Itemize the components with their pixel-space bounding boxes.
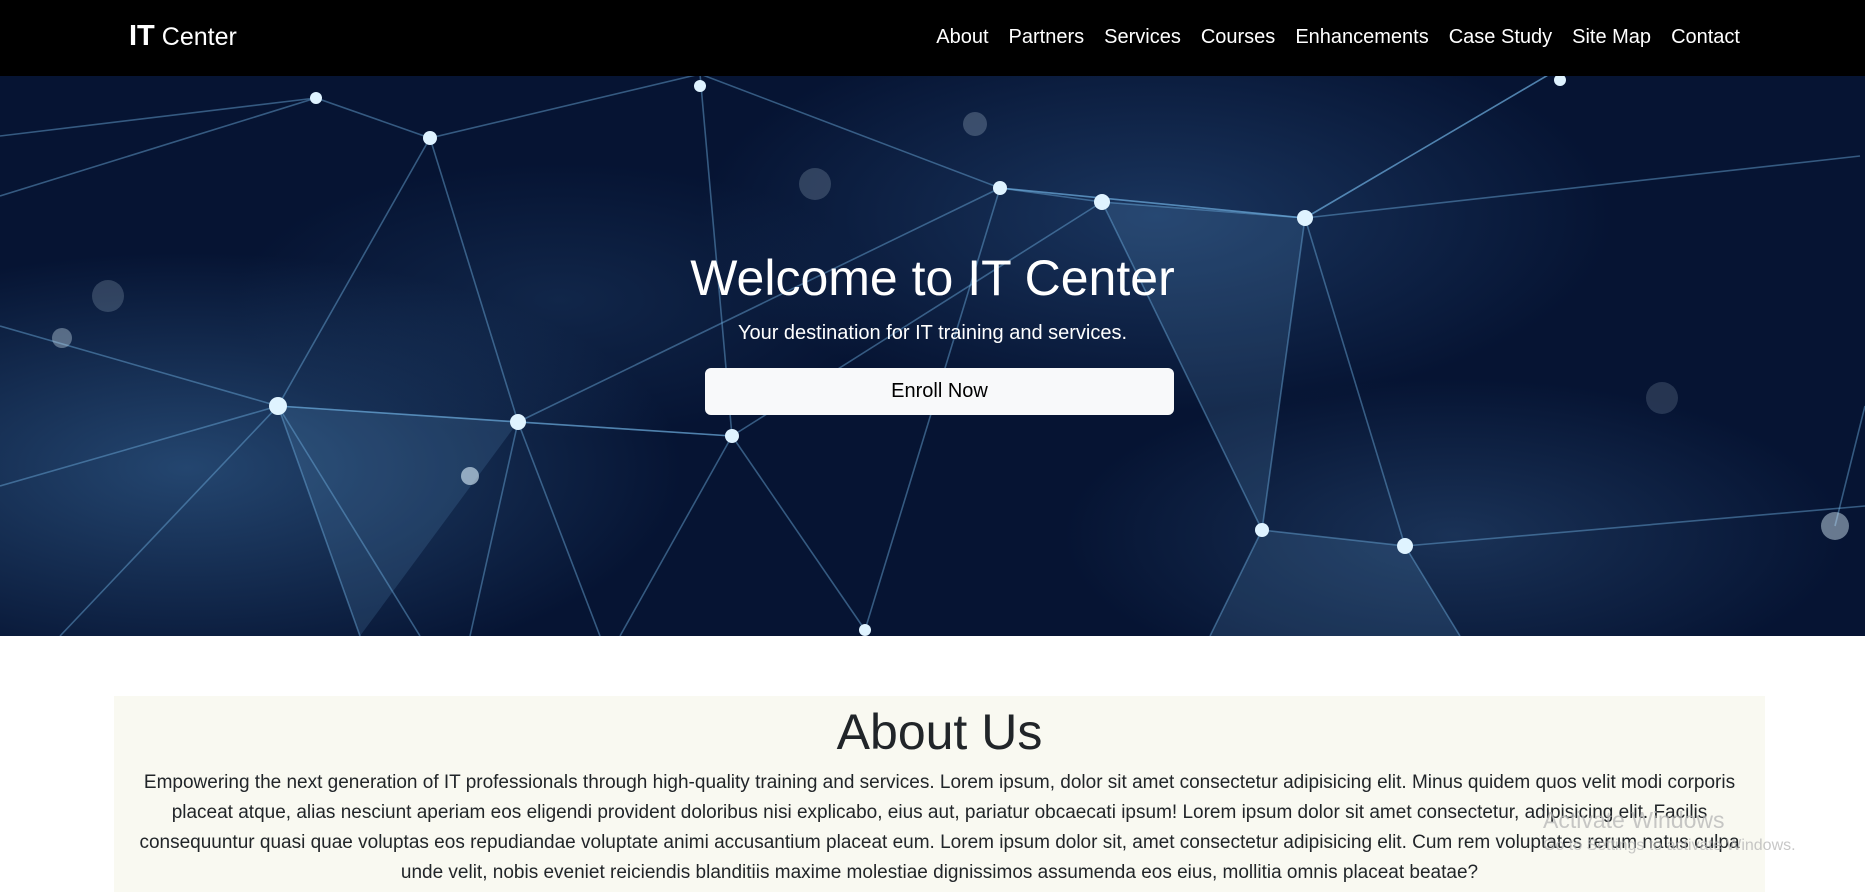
nav-item-enhancements: Enhancements [1295,22,1428,52]
navbar: IT Center About Partners Services Courses… [0,0,1865,76]
watermark-title: Activate Windows [1543,807,1725,833]
nav-item-about: About [936,22,988,52]
watermark-subtitle: Go to Settings to activate Windows. [1543,837,1796,854]
hero-section: Welcome to IT Center Your destination fo… [0,76,1865,636]
nav-link-site-map[interactable]: Site Map [1572,26,1651,48]
windows-activation-watermark: Activate Windows Go to Settings to activ… [1543,805,1796,857]
hero-subtitle: Your destination for IT training and ser… [737,322,1128,344]
nav-item-case-study: Case Study [1449,22,1552,52]
about-description: Empowering the next generation of IT pro… [139,772,1740,883]
nav-link-partners[interactable]: Partners [1009,26,1085,48]
nav-link-contact[interactable]: Contact [1671,26,1740,48]
nav-item-contact: Contact [1671,22,1740,52]
nav-link-about[interactable]: About [936,26,988,48]
about-title: About Us [836,704,1043,760]
brand-logo[interactable]: IT Center [129,18,237,59]
nav-item-site-map: Site Map [1572,22,1651,52]
nav-link-courses[interactable]: Courses [1201,26,1275,48]
about-section: About Us Empowering the next generation … [114,696,1765,892]
brand-light-text: Center [161,23,237,51]
nav-links: About Partners Services Courses Enhancem… [936,22,1740,52]
enroll-now-button[interactable]: Enroll Now [705,368,1174,415]
nav-link-services[interactable]: Services [1104,26,1181,48]
nav-item-partners: Partners [1009,22,1085,52]
nav-link-enhancements[interactable]: Enhancements [1295,26,1428,48]
hero-title: Welcome to IT Center [690,250,1175,306]
brand-strong-text: IT [129,20,155,52]
nav-link-case-study[interactable]: Case Study [1449,26,1552,48]
nav-item-courses: Courses [1201,22,1275,52]
nav-item-services: Services [1104,22,1181,52]
hero-content: Welcome to IT Center Your destination fo… [0,76,1865,636]
